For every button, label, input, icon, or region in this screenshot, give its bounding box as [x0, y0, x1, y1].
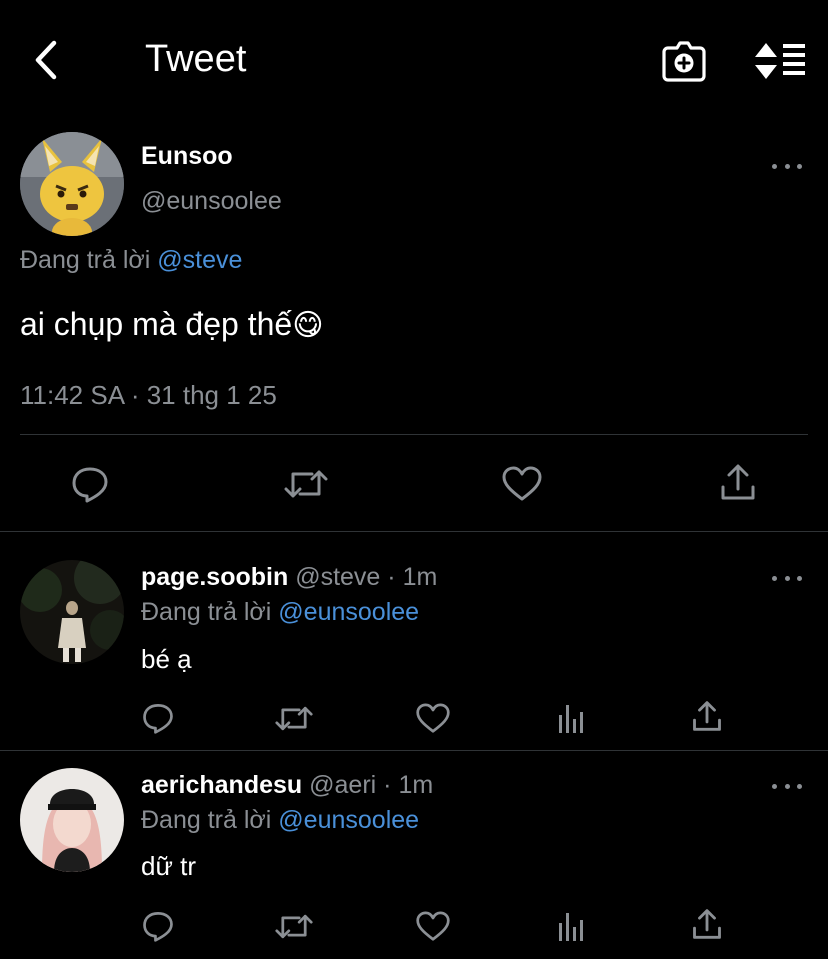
retweet-icon [275, 914, 313, 938]
author-handle[interactable]: @eunsoolee [141, 187, 282, 216]
tweet-text-content: ai chụp mà đẹp thế [20, 306, 293, 342]
heart-icon [416, 911, 450, 941]
share-button[interactable] [687, 698, 727, 734]
reply-button[interactable] [138, 908, 178, 944]
replying-to-link[interactable]: @eunsoolee [278, 806, 419, 834]
share-icon [693, 701, 721, 731]
analytics-icon [559, 913, 583, 941]
divider [20, 434, 808, 435]
reply-time: 1m [402, 563, 438, 591]
like-button[interactable] [498, 462, 546, 506]
reply-author-name[interactable]: aerichandesu [141, 771, 302, 799]
replying-to-link[interactable]: @steve [157, 246, 242, 274]
replying-to: Đang trả lời @eunsoolee [141, 806, 419, 835]
analytics-button[interactable] [551, 700, 591, 736]
retweet-icon [284, 470, 328, 498]
page-title: Tweet [145, 38, 247, 80]
avatar-image [20, 768, 124, 872]
replying-prefix: Đang trả lời [141, 806, 272, 834]
like-button[interactable] [413, 908, 453, 944]
more-options-button[interactable] [772, 776, 802, 796]
replying-to-link[interactable]: @eunsoolee [278, 598, 419, 626]
reply-header: page.soobin @steve · 1m [141, 563, 437, 592]
reply-author-handle[interactable]: @steve [295, 563, 380, 591]
tweet-timestamp: 11:42 SA · 31 thg 1 25 [20, 380, 277, 410]
share-icon [693, 909, 721, 939]
reply-time: 1m [398, 771, 434, 799]
divider [0, 531, 828, 532]
retweet-button[interactable] [274, 908, 314, 944]
tweet-text: ai chụp mà đẹp thế😋 [20, 306, 323, 343]
avatar-image [20, 560, 124, 664]
back-button[interactable] [24, 36, 68, 84]
camera-button[interactable] [660, 38, 708, 84]
analytics-button[interactable] [551, 908, 591, 944]
avatar[interactable] [20, 560, 124, 664]
heart-icon [416, 703, 450, 733]
replying-to: Đang trả lời @eunsoolee [141, 598, 419, 627]
reply-author-handle[interactable]: @aeri [309, 771, 376, 799]
replying-to: Đang trả lời @steve [20, 246, 242, 275]
replying-prefix: Đang trả lời [20, 246, 151, 274]
camera-plus-icon [662, 41, 706, 82]
divider [0, 750, 828, 751]
more-options-button[interactable] [772, 568, 802, 588]
like-button[interactable] [413, 700, 453, 736]
share-button[interactable] [714, 460, 762, 504]
reply-button[interactable] [66, 462, 114, 506]
share-icon [721, 464, 755, 500]
heart-icon [502, 466, 542, 501]
reply-author-name[interactable]: page.soobin [141, 563, 288, 591]
reply-icon [143, 912, 173, 942]
more-options-button[interactable] [772, 156, 802, 176]
reply-icon [72, 467, 108, 503]
analytics-icon [559, 705, 583, 733]
avatar[interactable] [20, 132, 124, 236]
retweet-icon [275, 706, 313, 730]
reply-button[interactable] [138, 700, 178, 736]
separator-dot: · [383, 771, 392, 799]
retweet-button[interactable] [282, 462, 330, 506]
retweet-button[interactable] [274, 700, 314, 736]
reply-header: aerichandesu @aeri · 1m [141, 771, 433, 800]
avatar-image [20, 132, 124, 236]
emoji: 😋 [292, 309, 324, 342]
separator-dot: · [387, 563, 396, 591]
chevron-left-icon [35, 40, 57, 80]
reply-text: dữ tr [141, 851, 196, 881]
avatar[interactable] [20, 768, 124, 872]
author-name[interactable]: Eunsoo [141, 142, 233, 171]
replying-prefix: Đang trả lời [141, 598, 272, 626]
reply-text: bé ạ [141, 644, 192, 674]
reply-icon [143, 704, 173, 734]
sort-button[interactable] [752, 38, 808, 84]
sort-icon [755, 43, 805, 79]
share-button[interactable] [687, 906, 727, 942]
